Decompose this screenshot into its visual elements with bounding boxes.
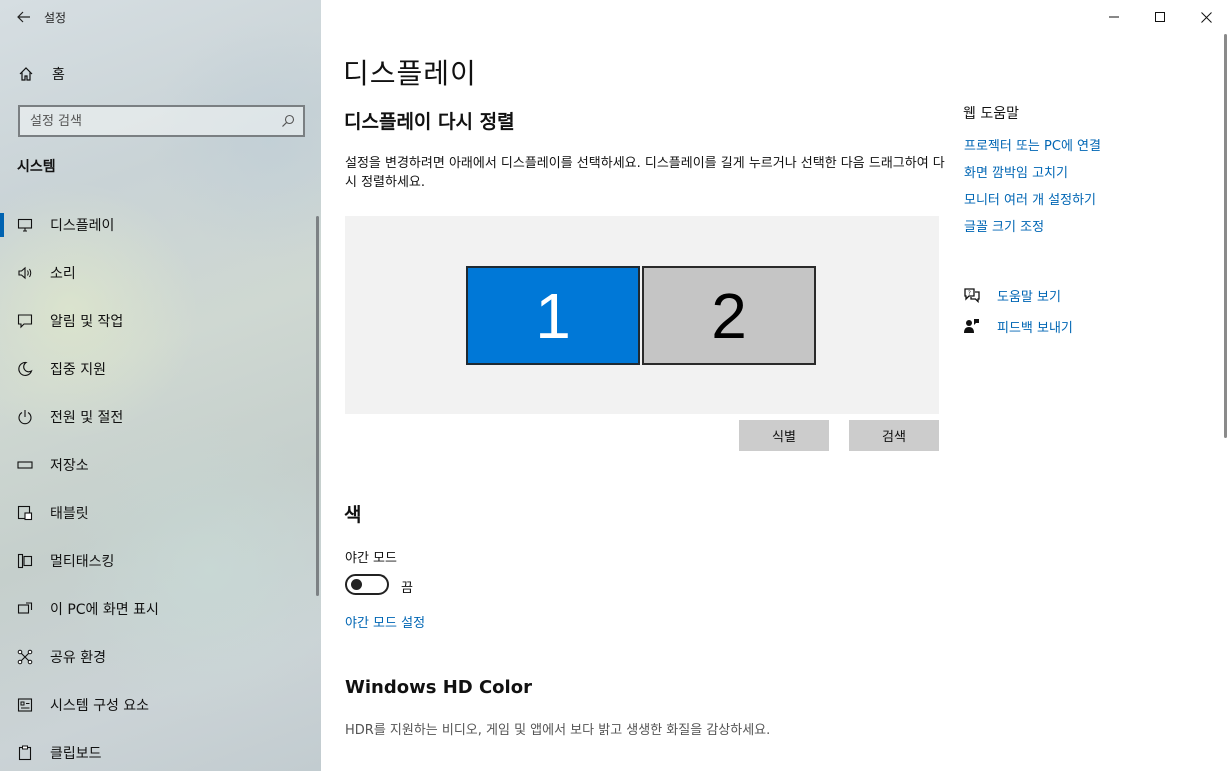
speaker-icon: [0, 266, 50, 280]
detect-button[interactable]: 검색: [849, 420, 939, 451]
sidebar-item-label: 멀티태스킹: [50, 554, 115, 570]
sidebar-item-storage[interactable]: 저장소: [0, 441, 321, 489]
web-help-links: 프로젝터 또는 PC에 연결 화면 깜박임 고치기 모니터 여러 개 설정하기 …: [964, 136, 1101, 244]
sidebar-item-multitasking[interactable]: 멀티태스킹: [0, 537, 321, 585]
color-section-title: 색: [344, 504, 362, 526]
page-title: 디스플레이: [343, 57, 477, 90]
minimize-icon: [1109, 16, 1119, 18]
close-icon: [1200, 11, 1212, 23]
toggle-knob: [351, 579, 362, 590]
rearrange-description: 설정을 변경하려면 아래에서 디스플레이를 선택하세요. 디스플레이를 길게 누…: [345, 156, 945, 190]
sidebar-item-system-components[interactable]: 시스템 구성 요소: [0, 681, 321, 729]
home-icon: [0, 66, 52, 82]
sidebar-scrollbar[interactable]: [316, 216, 319, 596]
feedback-icon: [963, 318, 997, 334]
main-scrollbar[interactable]: [1224, 34, 1227, 438]
tablet-icon: [0, 505, 50, 521]
project-icon: [0, 601, 50, 617]
sidebar-item-shared-experiences[interactable]: 공유 환경: [0, 633, 321, 681]
svg-text:?: ?: [968, 290, 971, 297]
power-icon: [0, 409, 50, 425]
maximize-icon: [1155, 12, 1165, 22]
sidebar-item-label: 저장소: [50, 458, 89, 474]
sidebar-item-label: 전원 및 절전: [50, 410, 124, 426]
sidebar-item-label: 시스템 구성 요소: [50, 698, 150, 714]
clipboard-icon: [0, 745, 50, 761]
sidebar-item-clipboard[interactable]: 클립보드: [0, 729, 321, 771]
rearrange-title: 디스플레이 다시 정렬: [344, 111, 515, 133]
sidebar-item-project-to-pc[interactable]: 이 PC에 화면 표시: [0, 585, 321, 633]
night-light-state: 끔: [401, 581, 413, 596]
help-link-multiple-monitors[interactable]: 모니터 여러 개 설정하기: [964, 190, 1101, 217]
night-light-label: 야간 모드: [345, 551, 397, 566]
help-link-connect-projector[interactable]: 프로젝터 또는 PC에 연결: [964, 136, 1101, 163]
sidebar-item-label: 태블릿: [50, 506, 89, 522]
components-icon: [0, 697, 50, 713]
send-feedback-link[interactable]: 피드백 보내기: [963, 314, 1073, 338]
title-bar: 설정: [0, 0, 321, 34]
send-feedback-label: 피드백 보내기: [997, 320, 1073, 336]
sidebar-item-label: 소리: [50, 266, 76, 282]
help-link-font-size[interactable]: 글꼴 크기 조정: [964, 217, 1101, 244]
notification-icon: [0, 313, 50, 329]
sidebar-item-label: 이 PC에 화면 표시: [50, 602, 159, 618]
home-label: 홈: [52, 67, 65, 83]
sidebar-item-label: 클립보드: [50, 746, 102, 762]
share-icon: [0, 649, 50, 665]
sidebar-item-label: 집중 지원: [50, 362, 106, 378]
window-controls: [1091, 0, 1229, 34]
display-arrangement-area[interactable]: 1 2: [345, 216, 939, 414]
sidebar-nav: 디스플레이 소리 알림 및 작업 집중 지원 전원 및 절전 저장소 태블릿 멀…: [0, 201, 321, 771]
web-help-title: 웹 도움말: [963, 106, 1019, 122]
maximize-button[interactable]: [1137, 0, 1183, 34]
app-title: 설정: [44, 10, 67, 25]
help-link-fix-flicker[interactable]: 화면 깜박임 고치기: [964, 163, 1101, 190]
get-help-label: 도움말 보기: [997, 289, 1061, 305]
sidebar-item-label: 공유 환경: [50, 650, 106, 666]
sidebar-item-sound[interactable]: 소리: [0, 249, 321, 297]
back-button[interactable]: [0, 0, 48, 34]
main-panel: 디스플레이 디스플레이 다시 정렬 설정을 변경하려면 아래에서 디스플레이를 …: [321, 0, 1229, 771]
section-title: 시스템: [17, 159, 56, 175]
storage-icon: [0, 460, 50, 470]
moon-icon: [0, 361, 50, 377]
night-light-settings-link[interactable]: 야간 모드 설정: [345, 612, 425, 631]
night-light-toggle[interactable]: [345, 574, 389, 595]
sidebar-item-power[interactable]: 전원 및 절전: [0, 393, 321, 441]
close-button[interactable]: [1183, 0, 1229, 34]
get-help-link[interactable]: ? 도움말 보기: [963, 283, 1061, 307]
sidebar: 설정 홈 시스템 디스플레이 소리 알림 및 작업 집중 지원 전원: [0, 0, 321, 771]
search-input[interactable]: [30, 113, 270, 129]
hd-color-title: Windows HD Color: [345, 677, 532, 698]
search-icon[interactable]: [281, 114, 295, 128]
sidebar-item-notifications[interactable]: 알림 및 작업: [0, 297, 321, 345]
multitask-icon: [0, 553, 50, 569]
settings-search[interactable]: [18, 105, 305, 137]
monitor-1[interactable]: 1: [466, 266, 640, 365]
sidebar-item-tablet[interactable]: 태블릿: [0, 489, 321, 537]
sidebar-item-display[interactable]: 디스플레이: [0, 201, 321, 249]
chat-help-icon: ?: [963, 287, 997, 303]
home-button[interactable]: 홈: [0, 56, 321, 92]
sidebar-item-focus-assist[interactable]: 집중 지원: [0, 345, 321, 393]
identify-button[interactable]: 식별: [739, 420, 829, 451]
back-arrow-icon: [17, 11, 30, 23]
sidebar-item-label: 디스플레이: [50, 218, 115, 234]
minimize-button[interactable]: [1091, 0, 1137, 34]
hd-color-description: HDR를 지원하는 비디오, 게임 및 앱에서 보다 밝고 생생한 화질을 감상…: [345, 723, 771, 738]
sidebar-item-label: 알림 및 작업: [50, 314, 124, 330]
monitor-2[interactable]: 2: [642, 266, 816, 365]
monitor-icon: [0, 218, 50, 232]
